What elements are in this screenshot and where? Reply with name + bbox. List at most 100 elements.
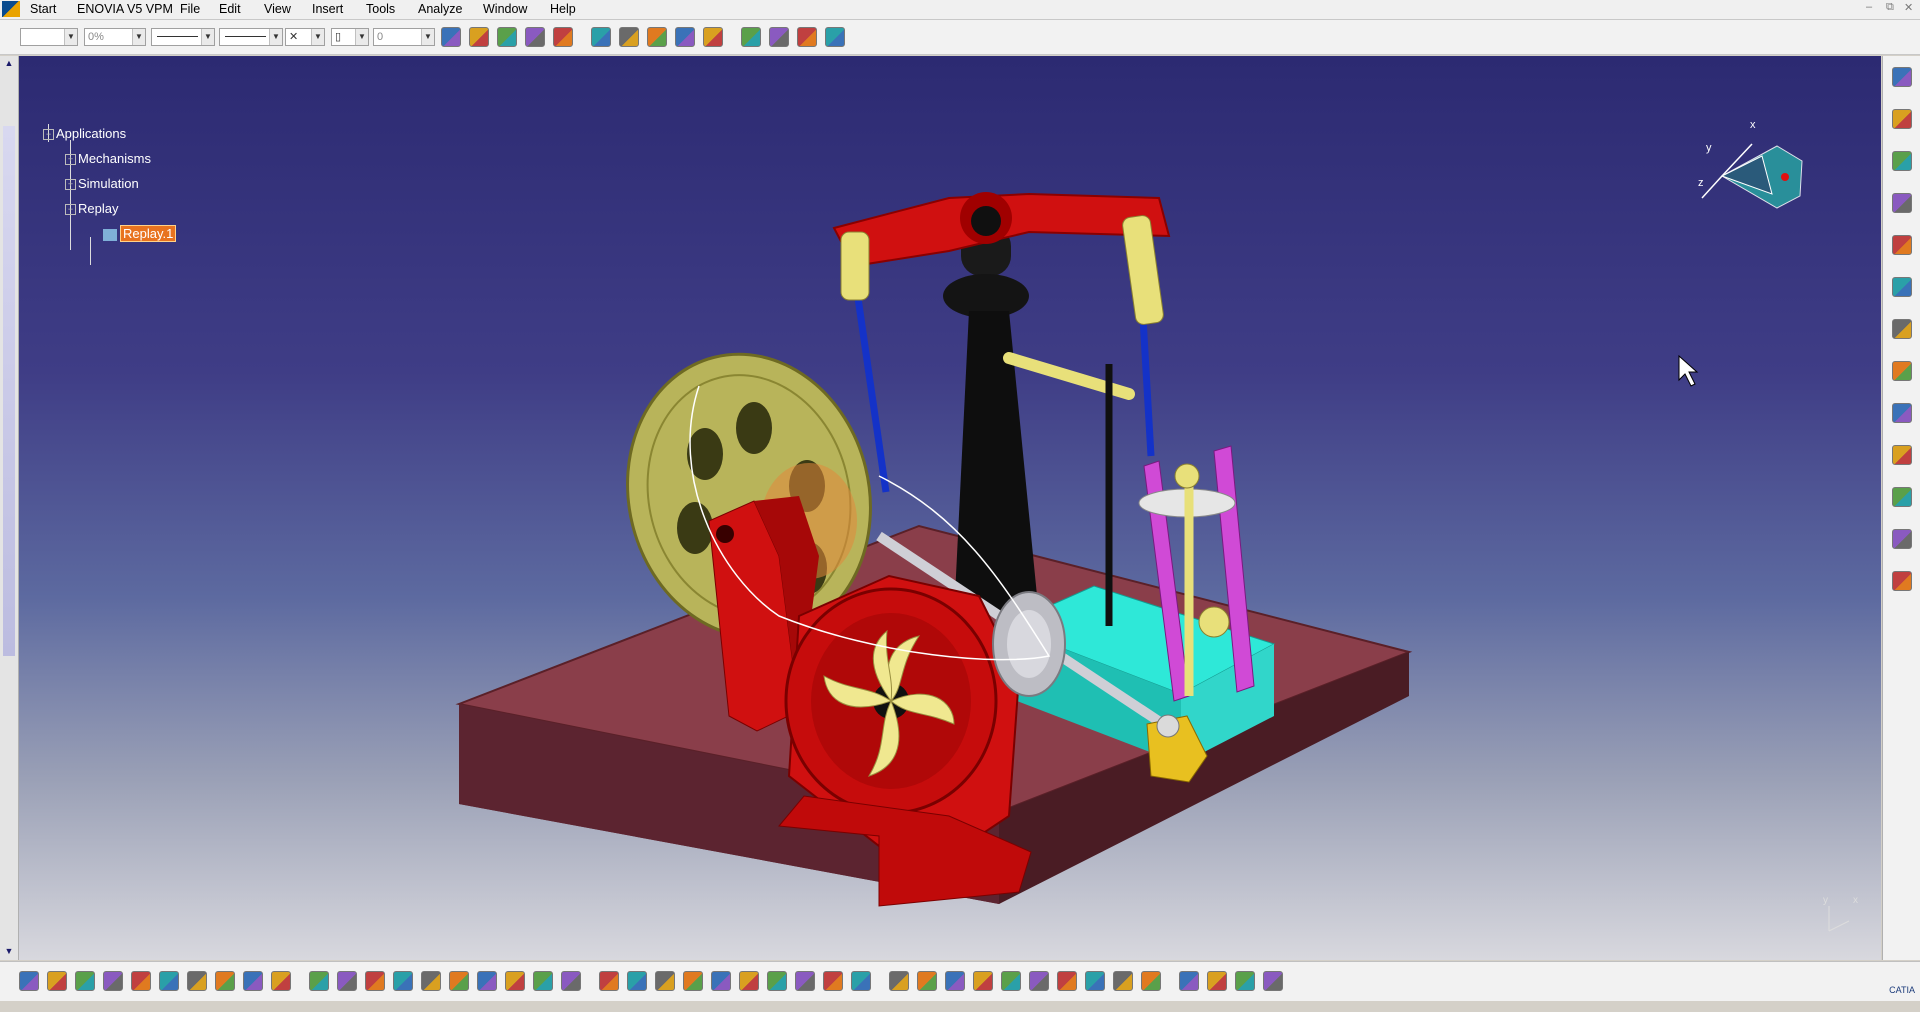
simulation-button[interactable] [1891,444,1913,466]
fill-button[interactable] [1178,970,1200,992]
tree-node-mechanisms[interactable]: + Mechanisms [65,151,151,166]
trace-button[interactable] [1891,528,1913,550]
menu-insert[interactable]: Insert [312,2,343,16]
tree-node-replay-1[interactable]: Replay.1 [103,225,177,242]
snap2-button[interactable] [552,26,574,48]
analysis-button[interactable] [1891,570,1913,592]
print-button[interactable] [102,970,124,992]
assembly-button[interactable] [646,26,668,48]
compass-button[interactable] [1028,970,1050,992]
3d-scene[interactable] [19,56,1881,960]
transparency-combo[interactable]: 0% ▼ [84,28,146,46]
last-button[interactable] [1084,970,1106,992]
redo-button[interactable] [242,970,264,992]
expand-icon[interactable]: + [65,154,76,166]
expand-icon[interactable]: + [65,179,76,191]
analyze-button[interactable] [448,970,470,992]
left-scrollbar[interactable]: ▲ ▼ [0,56,19,960]
open-button[interactable] [46,970,68,992]
compass-icon[interactable]: x y z [1682,116,1807,226]
rotate-button[interactable] [598,970,620,992]
belt-pulley[interactable] [992,591,1066,697]
revolute-joint-button[interactable] [1891,192,1913,214]
light-source-button[interactable] [1206,970,1228,992]
comment-button[interactable] [336,970,358,992]
collapse-icon[interactable]: − [43,129,54,141]
snap-button[interactable] [524,26,546,48]
menu-enovia[interactable]: ENOVIA V5 VPM [77,2,173,16]
restore-icon[interactable]: ⧉ [1886,1,1894,14]
camera-button[interactable] [1000,970,1022,992]
menu-tools[interactable]: Tools [366,2,395,16]
scroll-up-icon[interactable]: ▲ [3,58,15,68]
constraint-button[interactable] [590,26,612,48]
table-button[interactable] [392,970,414,992]
cam-joint-button[interactable] [1891,402,1913,424]
layer-type-combo[interactable]: ▯ ▼ [331,28,369,46]
thickness-combo[interactable]: ▼ [219,28,283,46]
pan-button[interactable] [560,970,582,992]
prismatic-joint-button[interactable] [1891,234,1913,256]
3d-viewport[interactable]: x y z x y − Applications + Mechanisms + Sim… [19,56,1881,960]
iso-view-button[interactable] [738,970,760,992]
grid-button[interactable] [850,970,872,992]
menu-help[interactable]: Help [550,2,576,16]
support-column[interactable] [943,226,1039,616]
zoom-box-button[interactable] [1112,970,1134,992]
back-button[interactable] [944,970,966,992]
color-combo[interactable]: ▼ [20,28,78,46]
select-button[interactable] [496,26,518,48]
multi-view-button[interactable] [710,970,732,992]
select-arrow-button[interactable] [1891,108,1913,130]
menu-analyze[interactable]: Analyze [418,2,462,16]
manipulate-button[interactable] [618,26,640,48]
point-type-combo[interactable]: ✕ ▼ [285,28,325,46]
tree-node-applications[interactable]: − Applications [43,126,126,141]
linetype-combo[interactable]: ▼ [151,28,215,46]
swap-button[interactable] [822,970,844,992]
first-button[interactable] [1056,970,1078,992]
scroll-down-icon[interactable]: ▼ [3,946,15,956]
zoom-out-button[interactable] [654,970,676,992]
normal-view-button[interactable] [682,970,704,992]
swept-volume-button[interactable] [1891,486,1913,508]
catia-logo-icon[interactable] [2,1,20,17]
layer-combo[interactable]: 0 ▼ [373,28,435,46]
paste-button[interactable] [186,970,208,992]
hide-show-button[interactable] [794,970,816,992]
measure-button[interactable] [476,970,498,992]
scroll-track[interactable] [3,126,15,656]
section-button[interactable] [1140,970,1162,992]
tools-button[interactable] [768,26,790,48]
draft-button[interactable] [440,26,462,48]
beam-link-left[interactable] [840,231,870,301]
menu-start[interactable]: Start [30,2,56,16]
fly-mode-button[interactable] [1891,66,1913,88]
step-button[interactable] [888,970,910,992]
fit-all-button[interactable] [532,970,554,992]
menu-window[interactable]: Window [483,2,527,16]
menu-file[interactable]: File [180,2,200,16]
zoom-in-button[interactable] [626,970,648,992]
cable-joint-button[interactable] [1891,360,1913,382]
swap-visible-button[interactable] [1234,970,1256,992]
tree-node-simulation[interactable]: + Simulation [65,176,139,191]
link-button[interactable] [972,970,994,992]
undo-button[interactable] [214,970,236,992]
replay-button[interactable] [824,26,846,48]
part-button[interactable] [702,26,724,48]
formula-button[interactable] [308,970,330,992]
cut-button[interactable] [130,970,152,992]
tree-node-replay[interactable]: − Replay [65,201,118,216]
tree-button[interactable] [1262,970,1284,992]
rack-joint-button[interactable] [1891,318,1913,340]
catalog-button[interactable] [674,26,696,48]
graph-button[interactable] [420,970,442,992]
light-button[interactable] [364,970,386,992]
new-button[interactable] [18,970,40,992]
kinematics-joint-button[interactable] [1891,150,1913,172]
forward-button[interactable] [916,970,938,992]
save-button[interactable] [74,970,96,992]
gear-joint-button[interactable] [1891,276,1913,298]
mechanism-button[interactable] [740,26,762,48]
